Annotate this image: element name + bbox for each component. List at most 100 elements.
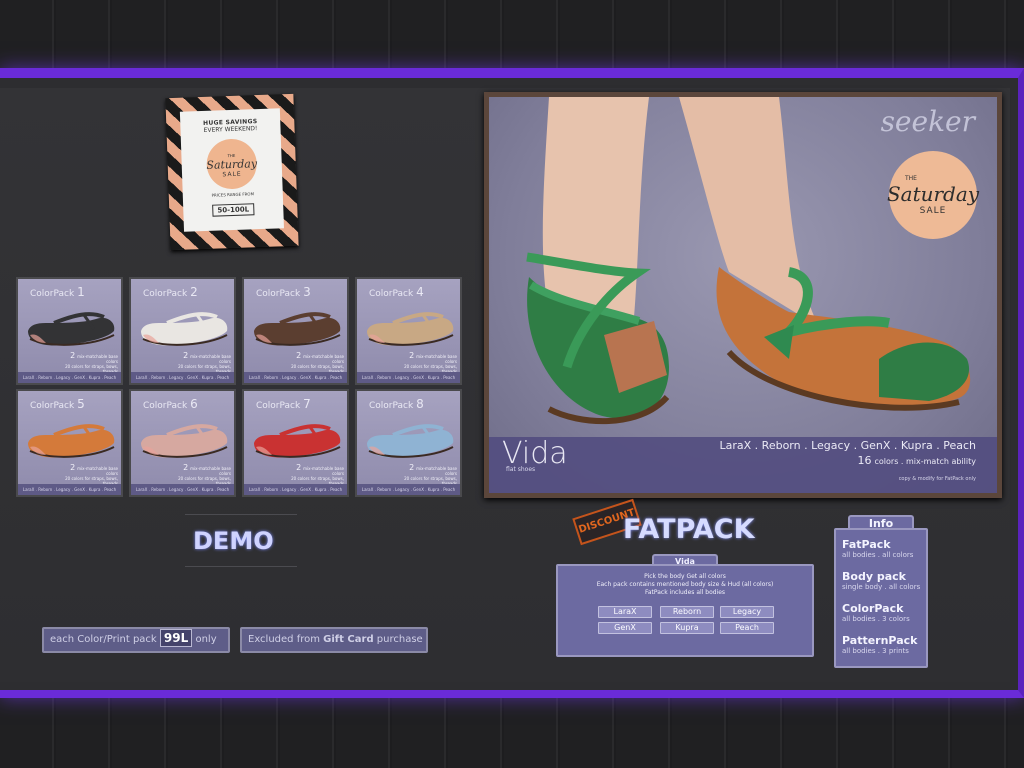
poster-title: Saturday <box>206 157 258 172</box>
badge-the: THE <box>905 174 917 182</box>
colorpack-tile[interactable]: ColorPack 4 2 mix-matchable base colors 20 … <box>355 277 462 385</box>
tile-desc-num: 2 <box>70 463 76 472</box>
fatpack-line3: FatPack includes all bodies <box>644 589 726 596</box>
tile-footer: LaraX . Reborn . Legacy . GenX . Kupra .… <box>131 484 234 495</box>
price-suffix: only <box>195 634 217 645</box>
fatpack-line2: Each pack contains mentioned body size &… <box>596 581 774 588</box>
tile-title: ColorPack 7 <box>256 397 311 411</box>
colorpack-tile[interactable]: ColorPack 3 2 mix-matchable base colors 20 … <box>242 277 349 385</box>
poster-sheet: HUGE SAVINGS EVERY WEEKEND! THE Saturday… <box>179 108 284 232</box>
copy-note: copy & modify for FatPack only <box>898 476 976 482</box>
colorpack-tile[interactable]: ColorPack 6 2 mix-matchable base colors 20 … <box>129 389 236 497</box>
info-item-sub: all bodies . all colors <box>842 551 914 559</box>
tile-label: ColorPack <box>30 401 75 411</box>
info-item-sub: all bodies . 3 colors <box>842 615 910 623</box>
wall-top <box>0 0 1024 68</box>
tile-label: ColorPack <box>30 289 75 299</box>
vida-ad[interactable]: seeker THE Saturday SALE Vida flat shoes… <box>484 92 1002 498</box>
body-button-larax[interactable]: LaraX <box>598 606 652 618</box>
shoe-thumbnail <box>254 312 341 346</box>
body-button-genx[interactable]: GenX <box>598 622 652 634</box>
tile-number: 7 <box>303 397 311 411</box>
excluded-bold: Gift Card <box>323 634 374 645</box>
tile-number: 4 <box>416 285 424 299</box>
excluded-suffix: purchase <box>376 634 423 645</box>
tile-desc-num: 2 <box>70 351 76 360</box>
colorpack-tile[interactable]: ColorPack 8 2 mix-matchable base colors 20 … <box>355 389 462 497</box>
tile-number: 5 <box>77 397 85 411</box>
colorpack-tile[interactable]: ColorPack 1 2 mix-matchable base colors 20 … <box>16 277 123 385</box>
shoe-thumbnail <box>141 424 228 458</box>
tile-title: ColorPack 2 <box>143 285 198 299</box>
tile-desc-l1: mix-matchable base colors <box>303 354 344 364</box>
poster-price-range: 50-100L <box>212 203 255 217</box>
tile-number: 1 <box>77 285 85 299</box>
tile-desc-l1: mix-matchable base colors <box>303 466 344 476</box>
tile-label: ColorPack <box>256 401 301 411</box>
fatpack-panel: Pick the body Get all colors Each pack c… <box>556 564 814 657</box>
product-subtitle: flat shoes <box>506 466 536 473</box>
colorpack-tile[interactable]: ColorPack 7 2 mix-matchable base colors 20 … <box>242 389 349 497</box>
info-panel: FatPack all bodies . all colors Body pack s… <box>834 528 928 668</box>
fatpack-line1: Pick the body Get all colors <box>644 573 726 580</box>
tile-desc-num: 2 <box>183 351 189 360</box>
fatpack-button[interactable]: FATPACK <box>623 514 755 545</box>
tile-title: ColorPack 4 <box>369 285 424 299</box>
info-item: PatternPack all bodies . 3 prints <box>842 634 917 655</box>
demo-button[interactable]: DEMO <box>193 527 274 555</box>
tile-title: ColorPack 6 <box>143 397 198 411</box>
colors-count: 16 <box>857 454 872 467</box>
tile-desc-num: 2 <box>296 463 302 472</box>
tile-title: ColorPack 1 <box>30 285 85 299</box>
colors-text: colors . mix-match ability <box>874 457 977 466</box>
saturday-sale-poster[interactable]: HUGE SAVINGS EVERY WEEKEND! THE Saturday… <box>165 93 299 251</box>
tile-desc-l1: mix-matchable base colors <box>190 466 231 476</box>
shoe-thumbnail <box>254 424 341 458</box>
poster-badge: THE Saturday SALE <box>205 138 258 190</box>
tile-footer: LaraX . Reborn . Legacy . GenX . Kupra .… <box>244 372 347 383</box>
tile-label: ColorPack <box>369 401 414 411</box>
tile-footer: LaraX . Reborn . Legacy . GenX . Kupra .… <box>357 484 460 495</box>
tile-desc-l1: mix-matchable base colors <box>77 354 118 364</box>
tile-number: 3 <box>303 285 311 299</box>
body-button-legacy[interactable]: Legacy <box>720 606 774 618</box>
shoe-thumbnail <box>28 312 115 346</box>
demo-divider-top <box>185 514 297 515</box>
shoe-thumbnail <box>367 312 454 346</box>
body-button-peach[interactable]: Peach <box>720 622 774 634</box>
tile-footer: LaraX . Reborn . Legacy . GenX . Kupra .… <box>357 372 460 383</box>
body-button-kupra[interactable]: Kupra <box>660 622 714 634</box>
tile-footer: LaraX . Reborn . Legacy . GenX . Kupra .… <box>18 484 121 495</box>
tile-footer: LaraX . Reborn . Legacy . GenX . Kupra .… <box>244 484 347 495</box>
tile-number: 6 <box>190 397 198 411</box>
info-item-title: ColorPack <box>842 602 904 615</box>
price-value: 99L <box>159 629 193 647</box>
tile-desc-num: 2 <box>296 351 302 360</box>
info-item: FatPack all bodies . all colors <box>842 538 913 559</box>
fatpack-panel-text: Pick the body Get all colors Each pack c… <box>558 573 812 597</box>
scene: HUGE SAVINGS EVERY WEEKEND! THE Saturday… <box>0 0 1024 768</box>
supported-bodies: LaraX . Reborn . Legacy . GenX . Kupra .… <box>719 439 976 452</box>
brand-logo: seeker <box>880 105 975 138</box>
tile-label: ColorPack <box>143 289 188 299</box>
tile-desc-num: 2 <box>409 463 415 472</box>
badge-title: Saturday <box>886 181 980 206</box>
colorpack-tile[interactable]: ColorPack 5 2 mix-matchable base colors 20 … <box>16 389 123 497</box>
price-prefix: each Color/Print pack <box>50 634 157 645</box>
info-item-title: FatPack <box>842 538 891 551</box>
info-item-title: PatternPack <box>842 634 918 647</box>
tile-desc-l1: mix-matchable base colors <box>77 466 118 476</box>
tile-footer: LaraX . Reborn . Legacy . GenX . Kupra .… <box>131 372 234 383</box>
colorpack-tile[interactable]: ColorPack 2 2 mix-matchable base colors 20 … <box>129 277 236 385</box>
tile-footer: LaraX . Reborn . Legacy . GenX . Kupra .… <box>18 372 121 383</box>
shoe-thumbnail <box>141 312 228 346</box>
info-item-sub: all bodies . 3 prints <box>842 647 909 655</box>
tile-number: 8 <box>416 397 424 411</box>
poster-sale: SALE <box>222 170 242 179</box>
info-item-title: Body pack <box>842 570 906 583</box>
price-bar: each Color/Print pack 99L only <box>42 627 230 653</box>
tile-desc-l1: mix-matchable base colors <box>416 354 457 364</box>
tile-desc-l1: mix-matchable base colors <box>416 466 457 476</box>
body-button-reborn[interactable]: Reborn <box>660 606 714 618</box>
info-item-sub: single body . all colors <box>842 583 921 591</box>
